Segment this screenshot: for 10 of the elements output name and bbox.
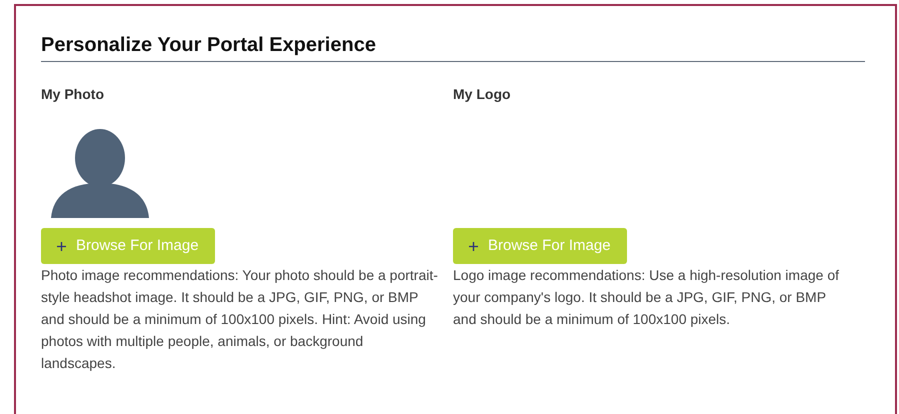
- plus-icon: [57, 242, 66, 250]
- browse-button[interactable]: Browse For Image: [453, 228, 627, 264]
- field-label: My Photo: [41, 85, 105, 104]
- recommendation-text: Photo image recommendations: Your photo should be a portrait-style headshot image. It should be a JPG, GIF, PNG, or BMP and should be a minimum of 100x100 pixels. Hint: Avoid using photos with multiple people, animals, or background landscapes.: [41, 266, 439, 373]
- recommendation-text: Logo image recommendations: Use a high-resolution image of your company's logo. It should be a JPG, GIF, PNG, or BMP and should be a minimum of 100x100 pixels.: [453, 266, 840, 329]
- field-label: My Logo: [453, 85, 512, 104]
- plus-icon: [469, 242, 478, 250]
- section-title: Personalize Your Portal Experience: [41, 33, 377, 58]
- browse-button[interactable]: Browse For Image: [41, 228, 215, 264]
- person-silhouette-icon: [51, 126, 149, 218]
